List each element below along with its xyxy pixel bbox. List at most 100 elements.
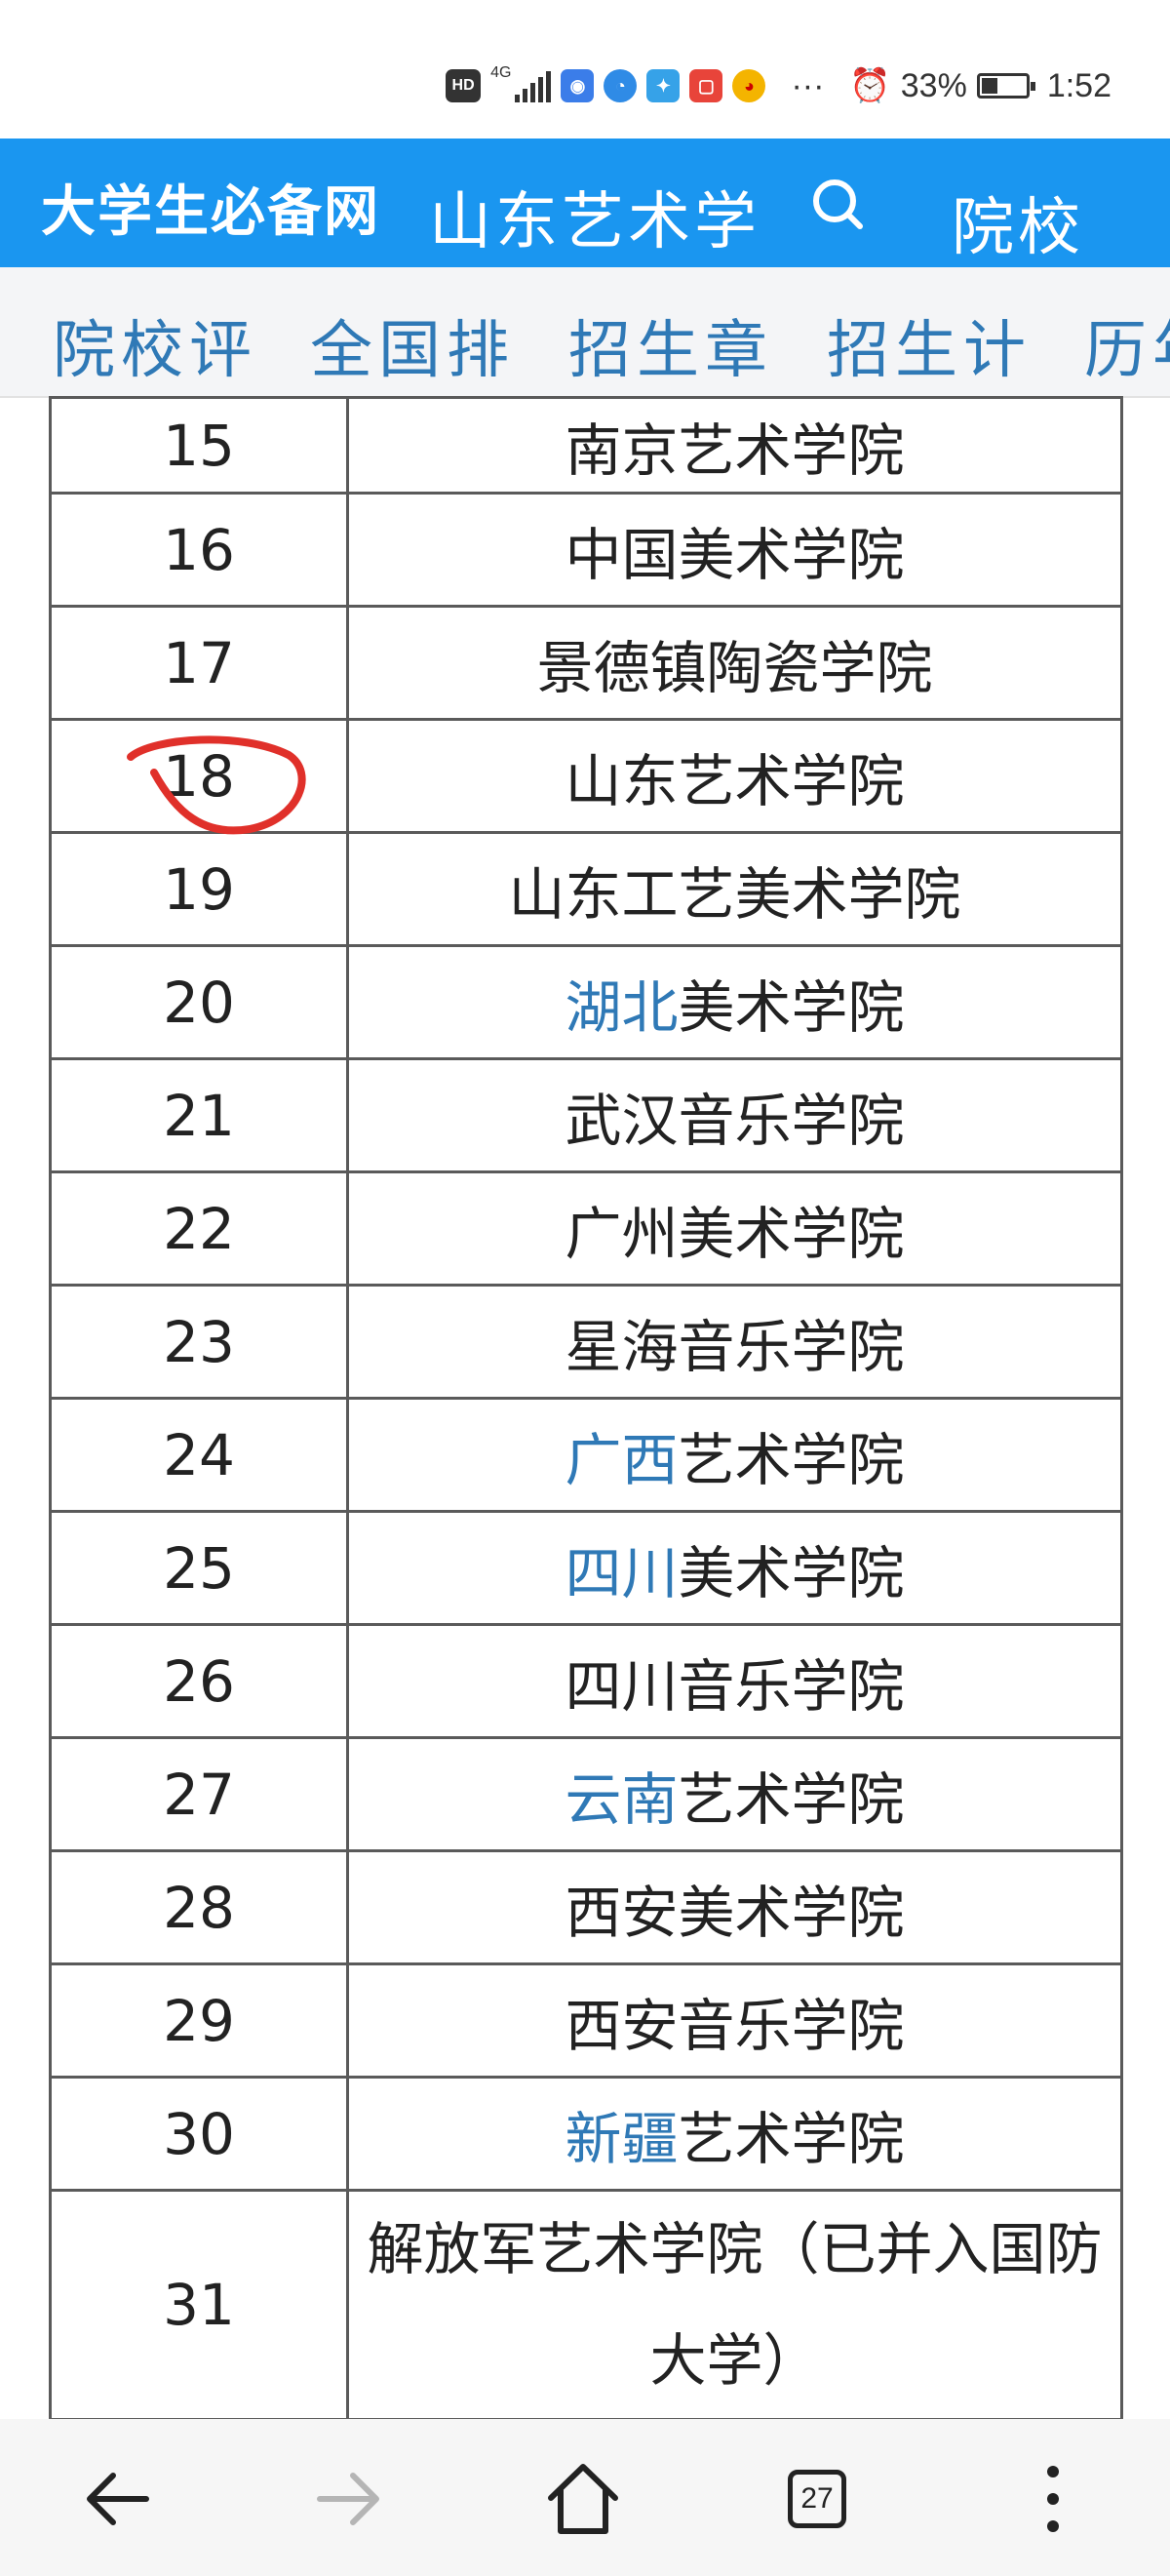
menu-button[interactable] xyxy=(1004,2450,1102,2548)
school-cell: 西安美术学院 xyxy=(346,1849,1123,1965)
school-cell: 中国美术学院 xyxy=(346,492,1123,608)
school-cell: 四川音乐学院 xyxy=(346,1623,1123,1739)
province-link[interactable]: 湖北 xyxy=(565,974,678,1041)
app-icon: ✦ xyxy=(646,69,681,102)
clock: 1:52 xyxy=(1046,66,1112,104)
rank-cell: 18 xyxy=(49,718,349,834)
tab-national-ranking[interactable]: 全国排 xyxy=(310,300,515,390)
school-name: 南京艺术学院 xyxy=(565,416,905,484)
rank-cell: 23 xyxy=(49,1284,349,1400)
table-row: 18 山东艺术学院 xyxy=(49,718,1123,834)
hd-badge: HD xyxy=(446,69,482,102)
school-name: 艺术学院 xyxy=(678,1765,905,1833)
school-name: 山东工艺美术学院 xyxy=(508,860,961,928)
page-title: 山东艺术学 xyxy=(429,186,760,258)
rank-cell: 21 xyxy=(49,1057,349,1173)
table-row: 19 山东工艺美术学院 xyxy=(49,831,1123,947)
search-icon[interactable] xyxy=(809,176,868,234)
home-icon xyxy=(548,2464,618,2534)
table-row: 30 新疆艺术学院 xyxy=(49,2076,1123,2192)
forward-arrow-icon xyxy=(317,2473,379,2525)
rank-cell: 16 xyxy=(49,492,349,608)
rank-cell: 20 xyxy=(49,944,349,1060)
rank-cell: 19 xyxy=(49,831,349,947)
table-row: 27 云南艺术学院 xyxy=(49,1736,1123,1852)
status-bar: HD 4G ◉ ◔ ✦ ▢ ◕ ··· ⏰ 33% 1:52 xyxy=(0,0,1170,139)
school-cell: 星海音乐学院 xyxy=(346,1284,1123,1400)
table-row: 24 广西艺术学院 xyxy=(49,1397,1123,1513)
table-row: 17 景德镇陶瓷学院 xyxy=(49,605,1123,721)
table-row: 28 西安美术学院 xyxy=(49,1849,1123,1965)
school-cell: 山东艺术学院 xyxy=(346,718,1123,834)
weibo-icon: ◕ xyxy=(732,69,766,102)
school-cell: 武汉音乐学院 xyxy=(346,1057,1123,1173)
browser-nav-bar: 27 xyxy=(0,2419,1170,2576)
school-name: 美术学院 xyxy=(678,973,905,1041)
battery-icon xyxy=(976,73,1035,99)
school-name: 景德镇陶瓷学院 xyxy=(536,634,933,701)
table-row: 22 广州美术学院 xyxy=(49,1170,1123,1287)
table-row: 31 解放军艺术学院（已并入国防大学） xyxy=(49,2189,1123,2421)
wifi-icon: ◉ xyxy=(561,69,595,102)
colleges-link[interactable]: 院校 xyxy=(952,178,1084,267)
home-button[interactable] xyxy=(534,2450,632,2548)
school-name: 星海音乐学院 xyxy=(565,1313,905,1380)
more-notifications: ··· xyxy=(791,66,825,104)
province-link[interactable]: 广西 xyxy=(565,1427,678,1493)
tab-college-review[interactable]: 院校评 xyxy=(53,300,257,390)
rank-cell: 25 xyxy=(49,1510,349,1626)
table-row: 26 四川音乐学院 xyxy=(49,1623,1123,1739)
school-name: 艺术学院 xyxy=(678,2105,905,2172)
rank-cell: 26 xyxy=(49,1623,349,1739)
rank-cell: 30 xyxy=(49,2076,349,2192)
site-logo[interactable]: 大学生必备网 xyxy=(41,168,380,247)
school-cell: 解放军艺术学院（已并入国防大学） xyxy=(346,2189,1123,2421)
rank-cell: 28 xyxy=(49,1849,349,1965)
tab-bar: 院校评 全国排 招生章 招生计 历年 xyxy=(0,267,1170,398)
tab-past-years[interactable]: 历年 xyxy=(1084,300,1170,390)
tabs-button[interactable]: 27 xyxy=(768,2450,866,2548)
browser-icon: ◔ xyxy=(604,69,638,102)
rank-cell: 22 xyxy=(49,1170,349,1287)
school-cell: 广州美术学院 xyxy=(346,1170,1123,1287)
network-type: 4G xyxy=(490,64,512,81)
battery-percent: 33% xyxy=(900,66,967,104)
notes-icon: ▢ xyxy=(689,69,723,102)
tab-count: 27 xyxy=(800,2482,834,2515)
back-button[interactable] xyxy=(68,2450,166,2548)
school-cell: 景德镇陶瓷学院 xyxy=(346,605,1123,721)
tab-count-badge: 27 xyxy=(788,2470,846,2528)
school-cell: 南京艺术学院 xyxy=(346,396,1123,495)
province-link[interactable]: 四川 xyxy=(565,1540,678,1606)
tab-admission-plan[interactable]: 招生计 xyxy=(827,300,1032,390)
school-cell: 山东工艺美术学院 xyxy=(346,831,1123,947)
school-name: 山东艺术学院 xyxy=(565,747,905,814)
tab-admission-rules[interactable]: 招生章 xyxy=(568,300,773,390)
table-row: 29 西安音乐学院 xyxy=(49,1962,1123,2079)
status-icons: HD 4G ◉ ◔ ✦ ▢ ◕ ··· ⏰ 33% 1:52 xyxy=(446,59,1112,113)
school-cell: 云南艺术学院 xyxy=(346,1736,1123,1852)
school-name: 美术学院 xyxy=(678,1539,905,1606)
school-name: 解放军艺术学院（已并入国防大学） xyxy=(367,2216,1103,2394)
school-name: 艺术学院 xyxy=(678,1426,905,1493)
school-name: 广州美术学院 xyxy=(565,1200,905,1267)
school-cell: 湖北美术学院 xyxy=(346,944,1123,1060)
school-cell: 新疆艺术学院 xyxy=(346,2076,1123,2192)
rank-cell: 24 xyxy=(49,1397,349,1513)
province-link[interactable]: 云南 xyxy=(565,1766,678,1833)
school-cell: 广西艺术学院 xyxy=(346,1397,1123,1513)
back-arrow-icon xyxy=(87,2473,149,2525)
school-name: 中国美术学院 xyxy=(565,521,905,588)
table-row: 20 湖北美术学院 xyxy=(49,944,1123,1060)
school-name: 西安音乐学院 xyxy=(565,1992,905,2059)
province-link[interactable]: 新疆 xyxy=(565,2106,678,2172)
rank-cell: 31 xyxy=(49,2189,349,2421)
ranking-table: 15 南京艺术学院 16 中国美术学院 17 景德镇陶瓷学院 18 山东艺术学院 19 山… xyxy=(49,396,1123,2421)
school-cell: 西安音乐学院 xyxy=(346,1962,1123,2079)
school-name: 四川音乐学院 xyxy=(565,1652,905,1720)
site-header: 大学生必备网 山东艺术学 院校 xyxy=(0,139,1170,267)
signal-icon xyxy=(515,69,552,102)
forward-button[interactable] xyxy=(300,2450,398,2548)
table-row: 21 武汉音乐学院 xyxy=(49,1057,1123,1173)
school-name: 西安美术学院 xyxy=(565,1879,905,1946)
